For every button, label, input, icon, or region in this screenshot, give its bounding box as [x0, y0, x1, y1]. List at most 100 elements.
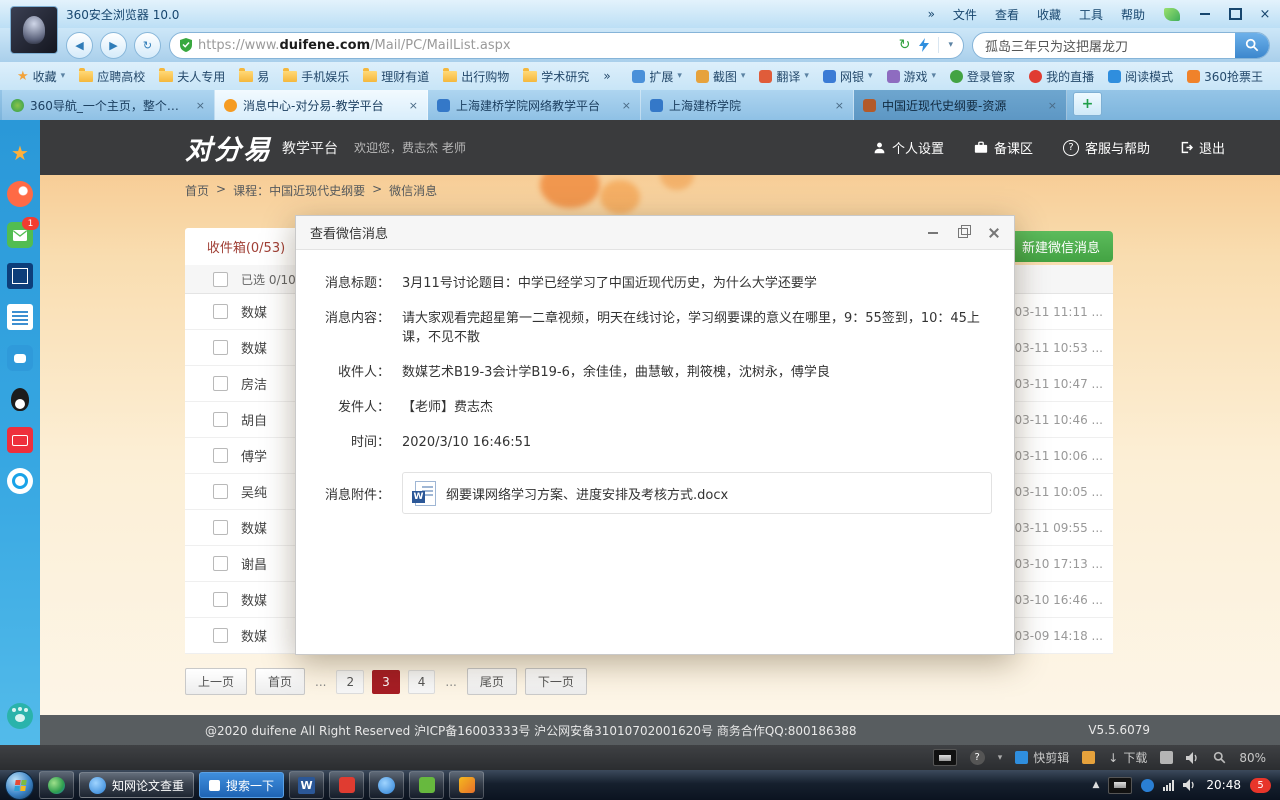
tab-jianqiao-college[interactable]: 上海建桥学院 × — [641, 90, 854, 120]
toolbar-ticket-king[interactable]: 360抢票王 — [1180, 68, 1270, 85]
search-box[interactable]: 孤岛三年只为这把屠龙刀 — [972, 32, 1270, 59]
tab-close-icon[interactable]: × — [196, 99, 205, 112]
refresh-page-icon[interactable]: ↻ — [899, 37, 911, 53]
favorites-menu[interactable]: ★ 收藏 ▾ — [10, 68, 72, 85]
taskbar-360browser-icon[interactable] — [39, 771, 74, 799]
tab-close-icon[interactable]: × — [622, 99, 631, 112]
row-checkbox[interactable] — [213, 340, 228, 355]
tab-close-icon[interactable]: × — [1048, 99, 1057, 112]
speed-mode-icon[interactable] — [919, 38, 929, 52]
site-logo[interactable]: 对分易 — [185, 128, 272, 167]
toolbar-login-keeper[interactable]: 登录管家 — [943, 68, 1022, 85]
favorites-star-icon[interactable]: ★ — [7, 140, 33, 166]
qq-icon[interactable] — [7, 386, 33, 412]
url-input[interactable]: https://www.duifene.com/Mail/PC/MailList… — [169, 32, 964, 59]
forward-button[interactable]: ▶ — [100, 32, 127, 59]
footprint-icon[interactable] — [7, 703, 33, 729]
dialog-minimize-button[interactable] — [926, 226, 940, 240]
taskbar-ie-icon[interactable] — [369, 771, 404, 799]
start-button[interactable] — [5, 771, 34, 800]
toolbar-games[interactable]: 游戏▾ — [880, 68, 944, 85]
chat-icon[interactable] — [7, 345, 33, 371]
breadcrumb-course[interactable]: 课程：中国近现代史纲要 — [233, 182, 365, 199]
zoom-icon[interactable] — [1213, 751, 1226, 764]
row-checkbox[interactable] — [213, 304, 228, 319]
bookmarks-overflow[interactable]: » — [596, 69, 617, 83]
input-method-icon[interactable] — [933, 749, 957, 766]
maximize-button[interactable] — [1220, 4, 1250, 24]
nav-personal-settings[interactable]: 个人设置 — [873, 138, 944, 157]
notes-icon[interactable] — [7, 304, 33, 330]
nav-lesson-prep[interactable]: 备课区 — [974, 138, 1033, 157]
new-tab-button[interactable]: + — [1073, 92, 1102, 116]
taskbar-window-cnki[interactable]: 知网论文查重 — [79, 772, 194, 798]
skin-icon[interactable] — [1164, 8, 1180, 21]
back-button[interactable]: ◀ — [66, 32, 93, 59]
dialog-titlebar[interactable]: 查看微信消息 — [296, 216, 1014, 250]
search-input[interactable]: 孤岛三年只为这把屠龙刀 — [973, 36, 1235, 55]
page-prev-button[interactable]: 上一页 — [185, 668, 247, 695]
toolbar-extensions[interactable]: 扩展▾ — [625, 68, 689, 85]
tray-network-icon[interactable] — [1141, 779, 1154, 792]
menu-favorites[interactable]: 收藏 — [1028, 6, 1070, 23]
page-last-button[interactable]: 尾页 — [467, 668, 517, 695]
bookmark-item[interactable]: 学术研究 — [516, 68, 596, 85]
search-button[interactable] — [1235, 33, 1269, 58]
tab-close-icon[interactable]: × — [409, 99, 418, 112]
zoom-level[interactable]: 80% — [1239, 751, 1266, 765]
nav-help-support[interactable]: ? 客服与帮助 — [1063, 138, 1150, 157]
toolbar-ebank[interactable]: 网银▾ — [816, 68, 880, 85]
toolbar-screenshot[interactable]: 截图▾ — [689, 68, 753, 85]
tab-360nav[interactable]: 360导航_一个主页，整个世界 × — [2, 90, 215, 120]
attachment-item[interactable]: W 纲要课网络学习方案、进度安排及考核方式.docx — [402, 472, 992, 514]
chevron-down-icon[interactable]: ▾ — [998, 753, 1003, 763]
edit-icon[interactable] — [1082, 751, 1095, 764]
tray-input-icon[interactable] — [1108, 777, 1132, 794]
menu-tools[interactable]: 工具 — [1070, 6, 1112, 23]
page-4-button[interactable]: 4 — [408, 670, 436, 694]
menu-help[interactable]: 帮助 — [1112, 6, 1154, 23]
page-next-button[interactable]: 下一页 — [525, 668, 587, 695]
taskbar-orange-app-icon[interactable] — [449, 771, 484, 799]
menu-overflow-icon[interactable]: » — [919, 7, 944, 21]
menu-view[interactable]: 查看 — [986, 6, 1028, 23]
notification-badge[interactable]: 5 — [1250, 778, 1271, 793]
row-checkbox[interactable] — [213, 520, 228, 535]
snapshot-icon[interactable] — [1160, 751, 1173, 764]
bookmark-item[interactable]: 手机娱乐 — [276, 68, 356, 85]
xiaohongshu-icon[interactable] — [7, 427, 33, 453]
dialog-close-button[interactable] — [986, 226, 1000, 240]
row-checkbox[interactable] — [213, 556, 228, 571]
minimize-button[interactable] — [1190, 4, 1220, 24]
signal-bars-icon[interactable] — [1163, 780, 1174, 791]
taskbar-word-icon[interactable]: W — [289, 771, 324, 799]
breadcrumb-home[interactable]: 首页 — [185, 182, 209, 199]
help-icon[interactable]: ? — [970, 750, 985, 765]
huanqiu-icon[interactable] — [7, 263, 33, 289]
weibo-icon[interactable] — [7, 181, 33, 207]
bookmark-item[interactable]: 理财有道 — [356, 68, 436, 85]
row-checkbox[interactable] — [213, 412, 228, 427]
taskbar-red-app-icon[interactable] — [329, 771, 364, 799]
speaker-icon[interactable] — [1186, 752, 1200, 764]
tab-message-center[interactable]: 消息中心-对分易-教学平台 × — [215, 90, 428, 120]
tab-inbox[interactable]: 收件箱(0/53) — [185, 228, 307, 265]
row-checkbox[interactable] — [213, 448, 228, 463]
reload-button[interactable]: ↻ — [134, 32, 161, 59]
bookmark-item[interactable]: 易 — [232, 68, 276, 85]
mail-icon[interactable]: 1 — [7, 222, 33, 248]
page-3-button-current[interactable]: 3 — [372, 670, 400, 694]
row-checkbox[interactable] — [213, 592, 228, 607]
close-button[interactable]: × — [1250, 4, 1280, 24]
download-button[interactable]: ↓ 下载 — [1108, 749, 1147, 766]
page-2-button[interactable]: 2 — [336, 670, 364, 694]
page-first-button[interactable]: 首页 — [255, 668, 305, 695]
taskbar-green-app-icon[interactable] — [409, 771, 444, 799]
menu-file[interactable]: 文件 — [944, 6, 986, 23]
dialog-restore-button[interactable] — [956, 226, 970, 240]
quick-clip-button[interactable]: 快剪辑 — [1015, 749, 1069, 766]
tray-expand-icon[interactable]: ▲ — [1092, 780, 1099, 790]
row-checkbox[interactable] — [213, 484, 228, 499]
nav-logout[interactable]: 退出 — [1180, 138, 1225, 157]
bookmark-item[interactable]: 应聘高校 — [72, 68, 152, 85]
